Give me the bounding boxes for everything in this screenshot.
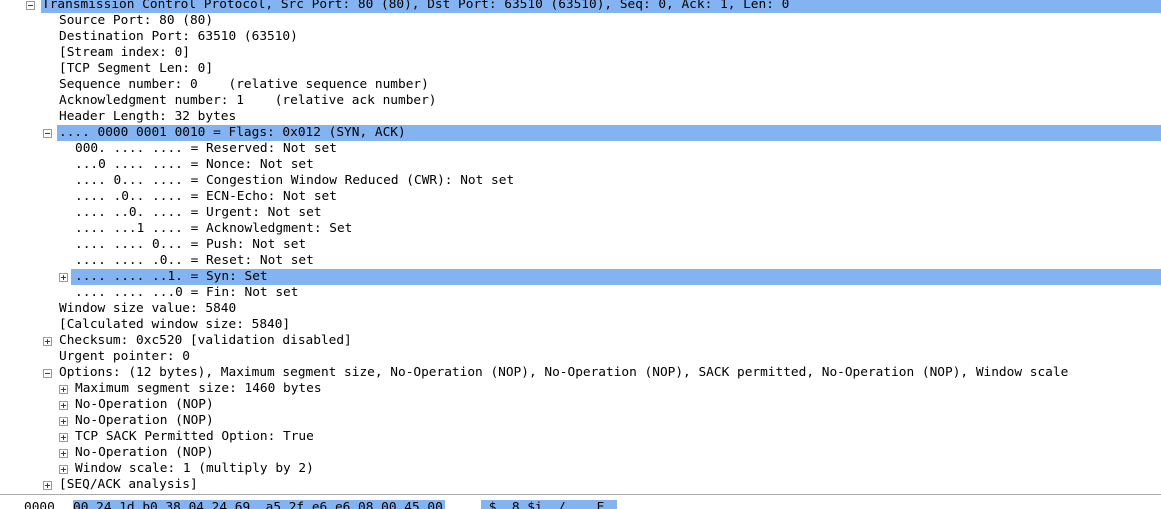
tree-row-label: .... .... ..1. = Syn: Set <box>75 269 268 284</box>
hex-bytes[interactable]: 00 24 1d b0 38 04 24 69 a5 2f e6 e6 08 0… <box>73 500 445 509</box>
tree-row[interactable]: .... .0.. .... = ECN-Echo: Not set <box>0 189 1161 205</box>
tree-row-label: .... .... ...0 = Fin: Not set <box>75 285 299 300</box>
tree-row-label: No-Operation (NOP) <box>75 445 214 460</box>
tree-row-label: 000. .... .... = Reserved: Not set <box>75 141 337 156</box>
tree-row[interactable]: Transmission Control Protocol, Src Port:… <box>0 0 1161 13</box>
tree-row-label: Acknowledgment number: 1 (relative ack n… <box>59 93 437 108</box>
expand-icon[interactable] <box>59 449 68 458</box>
tree-row-label: TCP SACK Permitted Option: True <box>75 429 314 444</box>
tree-row-label: Options: (12 bytes), Maximum segment siz… <box>59 365 1069 380</box>
tree-row-label: Sequence number: 0 (relative sequence nu… <box>59 77 429 92</box>
tree-row-label: .... .... 0... = Push: Not set <box>75 237 307 252</box>
tree-row-label: .... 0000 0001 0010 = Flags: 0x012 (SYN,… <box>59 125 406 140</box>
tree-row[interactable]: Acknowledgment number: 1 (relative ack n… <box>0 93 1161 109</box>
tree-row-label: No-Operation (NOP) <box>75 413 214 428</box>
tree-row-label: No-Operation (NOP) <box>75 397 214 412</box>
tree-row[interactable]: Checksum: 0xc520 [validation disabled] <box>0 333 1161 349</box>
hex-offset: 0000 <box>24 500 55 509</box>
tree-row-label: .... 0... .... = Congestion Window Reduc… <box>75 173 515 188</box>
expand-icon[interactable] <box>59 465 68 474</box>
tree-row[interactable]: .... .... ...0 = Fin: Not set <box>0 285 1161 301</box>
tree-row-label: Window scale: 1 (multiply by 2) <box>75 461 314 476</box>
tree-row[interactable]: Destination Port: 63510 (63510) <box>0 29 1161 45</box>
tree-row-label: Destination Port: 63510 (63510) <box>59 29 298 44</box>
expand-icon[interactable] <box>59 401 68 410</box>
tree-row[interactable]: Sequence number: 0 (relative sequence nu… <box>0 77 1161 93</box>
tree-row[interactable]: Window size value: 5840 <box>0 301 1161 317</box>
tree-row-label: Window size value: 5840 <box>59 301 237 316</box>
tree-row[interactable]: .... .... ..1. = Syn: Set <box>0 269 1161 285</box>
collapse-icon[interactable] <box>43 369 52 378</box>
tree-row[interactable]: [Stream index: 0] <box>0 45 1161 61</box>
expand-icon[interactable] <box>43 481 52 490</box>
hex-ascii[interactable]: .$..8.$i ./....E. <box>481 500 617 509</box>
tree-row-label: Header Length: 32 bytes <box>59 109 237 124</box>
expand-icon[interactable] <box>59 385 68 394</box>
packet-details-pane: Transmission Control Protocol, Src Port:… <box>0 0 1161 494</box>
packet-bytes-pane: 0000 00 24 1d b0 38 04 24 69 a5 2f e6 e6… <box>0 495 1161 509</box>
tree-row[interactable]: .... ...1 .... = Acknowledgment: Set <box>0 221 1161 237</box>
expand-icon[interactable] <box>43 337 52 346</box>
expand-icon[interactable] <box>59 417 68 426</box>
tree-row[interactable]: [SEQ/ACK analysis] <box>0 477 1161 493</box>
tree-row[interactable]: Options: (12 bytes), Maximum segment siz… <box>0 365 1161 381</box>
tree-row-label: [Stream index: 0] <box>59 45 190 60</box>
tree-row-label: Urgent pointer: 0 <box>59 349 190 364</box>
tree-row[interactable]: TCP SACK Permitted Option: True <box>0 429 1161 445</box>
tree-row[interactable]: No-Operation (NOP) <box>0 413 1161 429</box>
tree-row[interactable]: Header Length: 32 bytes <box>0 109 1161 125</box>
tree-row[interactable]: [TCP Segment Len: 0] <box>0 61 1161 77</box>
tree-row-label: [Calculated window size: 5840] <box>59 317 291 332</box>
tree-row[interactable]: .... ..0. .... = Urgent: Not set <box>0 205 1161 221</box>
tree-row[interactable]: 000. .... .... = Reserved: Not set <box>0 141 1161 157</box>
tree-row[interactable]: No-Operation (NOP) <box>0 397 1161 413</box>
tree-row[interactable]: Source Port: 80 (80) <box>0 13 1161 29</box>
tree-row[interactable]: [Calculated window size: 5840] <box>0 317 1161 333</box>
tree-row[interactable]: Window scale: 1 (multiply by 2) <box>0 461 1161 477</box>
collapse-icon[interactable] <box>43 129 52 138</box>
tree-row[interactable]: Maximum segment size: 1460 bytes <box>0 381 1161 397</box>
tree-row[interactable]: .... .... 0... = Push: Not set <box>0 237 1161 253</box>
expand-icon[interactable] <box>59 433 68 442</box>
tree-row-label: .... ..0. .... = Urgent: Not set <box>75 205 322 220</box>
tree-row[interactable]: .... 0000 0001 0010 = Flags: 0x012 (SYN,… <box>0 125 1161 141</box>
tree-row[interactable]: ...0 .... .... = Nonce: Not set <box>0 157 1161 173</box>
tree-row[interactable]: No-Operation (NOP) <box>0 445 1161 461</box>
tree-row-label: ...0 .... .... = Nonce: Not set <box>75 157 314 172</box>
tree-row-label: Checksum: 0xc520 [validation disabled] <box>59 333 352 348</box>
tree-row-label: [SEQ/ACK analysis] <box>59 477 198 492</box>
expand-icon[interactable] <box>59 273 68 282</box>
tree-row-label: .... ...1 .... = Acknowledgment: Set <box>75 221 353 236</box>
tree-row-label: .... .0.. .... = ECN-Echo: Not set <box>75 189 337 204</box>
tree-row-label: Maximum segment size: 1460 bytes <box>75 381 322 396</box>
tree-row[interactable]: Urgent pointer: 0 <box>0 349 1161 365</box>
tree-row[interactable]: .... .... .0.. = Reset: Not set <box>0 253 1161 269</box>
tree-row-label: Source Port: 80 (80) <box>59 13 214 28</box>
tree-row[interactable]: .... 0... .... = Congestion Window Reduc… <box>0 173 1161 189</box>
tree-row-label: Transmission Control Protocol, Src Port:… <box>42 0 790 12</box>
collapse-icon[interactable] <box>26 1 35 10</box>
tree-row-label: [TCP Segment Len: 0] <box>59 61 214 76</box>
tree-row-label: .... .... .0.. = Reset: Not set <box>75 253 314 268</box>
